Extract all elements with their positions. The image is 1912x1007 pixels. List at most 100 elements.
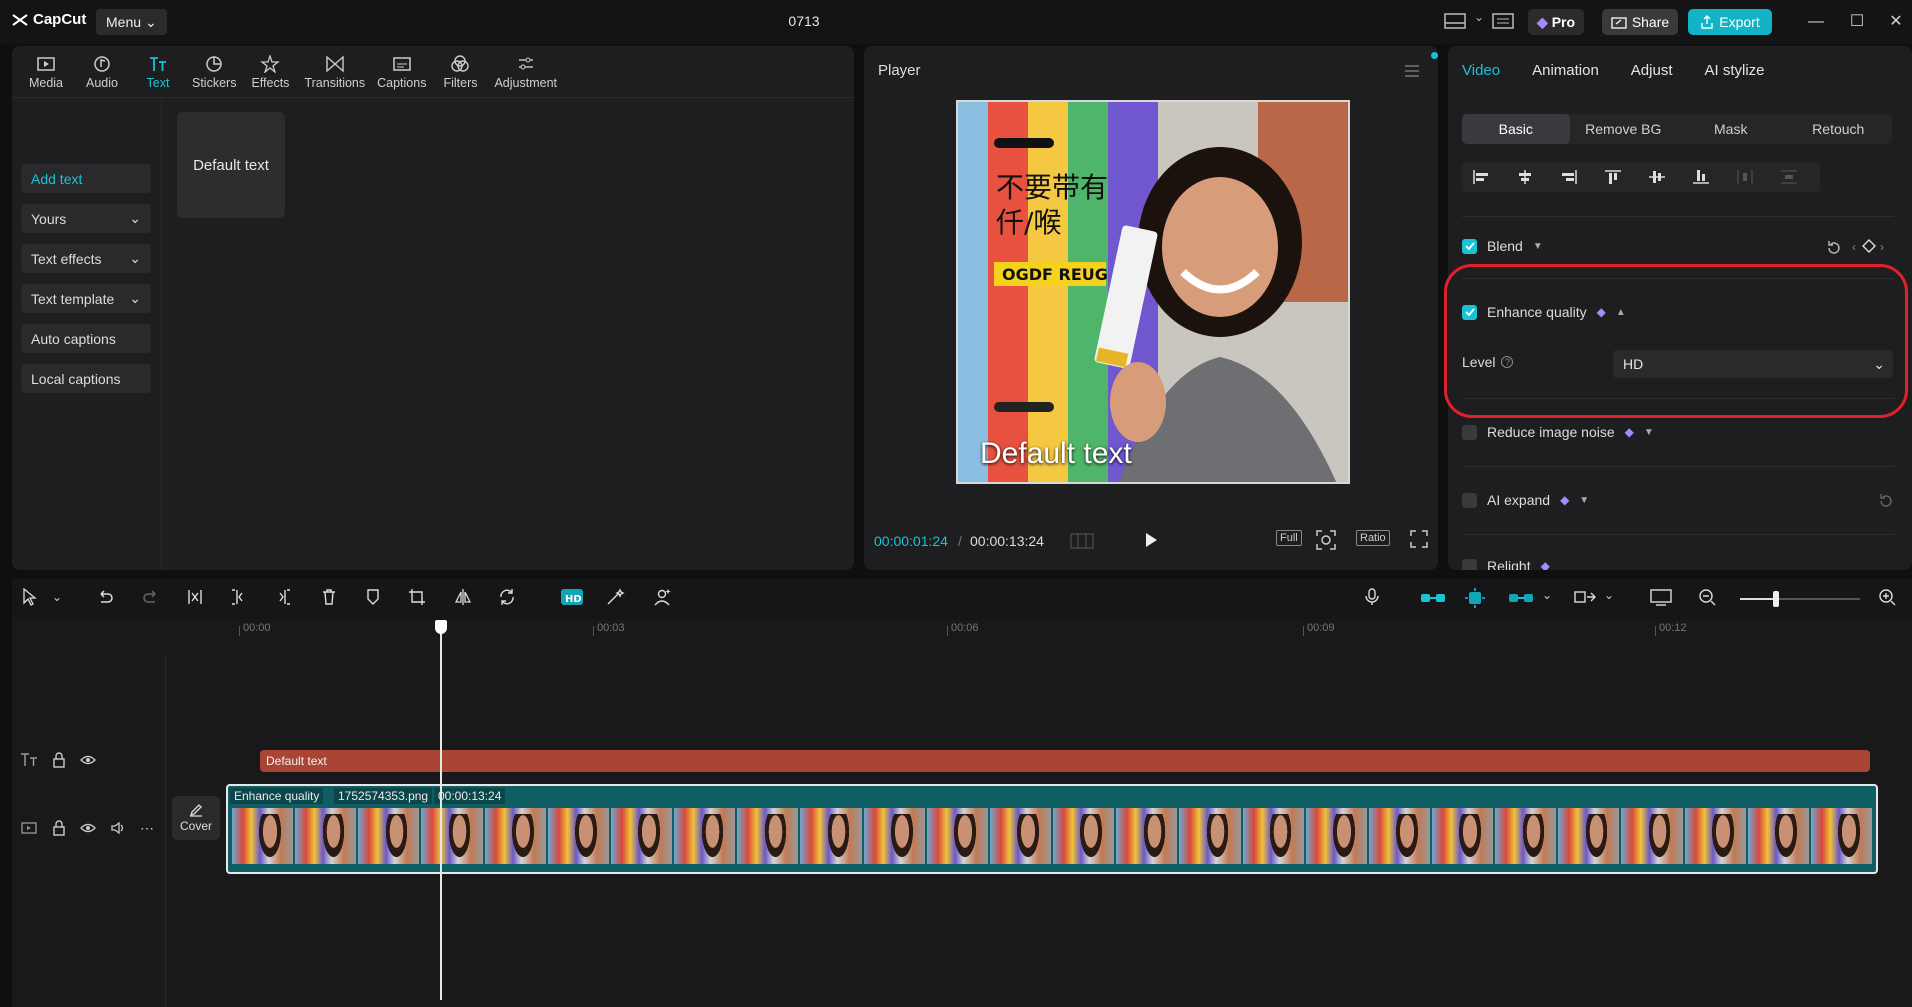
tab-audio[interactable]: Audio — [74, 46, 130, 98]
tab-captions[interactable]: Captions — [371, 46, 432, 98]
subtab-remove-bg[interactable]: Remove BG — [1570, 114, 1678, 144]
caret-down-icon[interactable]: ▼ — [1533, 241, 1543, 252]
relight-checkbox[interactable] — [1462, 558, 1477, 570]
sidebar-item-auto-captions[interactable]: Auto captions — [21, 324, 151, 353]
select-tool-icon[interactable] — [22, 588, 38, 606]
magnet-icon[interactable] — [1464, 587, 1486, 609]
player-menu-icon[interactable] — [1404, 64, 1420, 78]
split-left-icon[interactable] — [230, 588, 248, 606]
ai-person-icon[interactable] — [652, 588, 672, 606]
layout-dropdown-icon[interactable]: ⌄ — [1474, 10, 1484, 24]
align-left-icon[interactable] — [1472, 169, 1490, 185]
layout-icon[interactable] — [1444, 12, 1466, 30]
ratio-button[interactable]: Ratio — [1356, 530, 1390, 546]
maximize-icon[interactable]: ☐ — [1847, 12, 1867, 32]
playhead[interactable] — [440, 620, 442, 1000]
blend-checkbox[interactable] — [1462, 238, 1477, 254]
zoom-slider[interactable] — [1740, 591, 1860, 607]
eye-icon[interactable] — [80, 820, 96, 836]
crop-icon[interactable] — [408, 588, 426, 606]
shortcut-icon[interactable] — [1492, 12, 1514, 30]
tab-stickers[interactable]: Stickers — [186, 46, 242, 98]
lock-icon[interactable] — [52, 820, 66, 836]
align-right-icon[interactable] — [1560, 169, 1578, 185]
rotate-icon[interactable] — [498, 588, 516, 606]
align-center-v-icon[interactable] — [1648, 169, 1666, 185]
reduce-noise-checkbox[interactable] — [1462, 424, 1477, 440]
sidebar-item-add-text[interactable]: Add text — [21, 164, 151, 193]
split-icon[interactable] — [186, 588, 204, 606]
caret-down-icon[interactable]: ▼ — [1644, 427, 1654, 438]
text-clip[interactable]: Default text — [260, 750, 1870, 772]
distribute-h-icon[interactable] — [1736, 169, 1754, 185]
hd-icon[interactable]: HD — [560, 587, 584, 607]
caret-down-icon[interactable]: ▼ — [1579, 495, 1589, 506]
zoom-slider-thumb[interactable] — [1773, 591, 1779, 607]
delete-icon[interactable] — [320, 588, 338, 606]
linkage-icon[interactable] — [1508, 589, 1534, 607]
align-top-icon[interactable] — [1604, 169, 1622, 185]
marker-icon[interactable] — [364, 588, 382, 606]
video-preview[interactable]: 不要带有 仟/喉 OGDF REUG Default text — [956, 100, 1350, 484]
fullscreen-icon[interactable] — [1410, 530, 1428, 548]
select-dropdown-icon[interactable]: ⌄ — [52, 590, 62, 604]
playhead-handle[interactable] — [435, 620, 447, 634]
screenshot-icon[interactable] — [1316, 530, 1336, 550]
volume-icon[interactable] — [110, 820, 126, 836]
tab-ai-stylize[interactable]: AI stylize — [1705, 62, 1765, 79]
keyframe-icon[interactable] — [1862, 239, 1876, 253]
undo-icon[interactable] — [96, 588, 114, 606]
frame-grid-icon[interactable] — [1070, 532, 1094, 550]
zoom-in-icon[interactable] — [1878, 588, 1896, 606]
eye-icon[interactable] — [80, 752, 96, 768]
lock-icon[interactable] — [52, 752, 66, 768]
microphone-icon[interactable] — [1364, 588, 1380, 606]
minimize-icon[interactable]: — — [1806, 12, 1826, 32]
default-text-card[interactable]: Default text — [177, 112, 285, 218]
sidebar-item-text-template[interactable]: Text template ⌄ — [21, 284, 151, 313]
play-button[interactable] — [1142, 530, 1160, 550]
tab-filters[interactable]: Filters — [432, 46, 488, 98]
tab-text[interactable]: Text — [130, 46, 186, 98]
time-ruler[interactable]: 00:00 00:03 00:06 00:09 00:12 — [227, 620, 1912, 646]
align-center-h-icon[interactable] — [1516, 169, 1534, 185]
reset-icon[interactable] — [1878, 493, 1894, 509]
keyframe-prev-icon[interactable]: ‹ — [1852, 240, 1856, 254]
preview-overlay-text[interactable]: Default text — [980, 437, 1132, 471]
tab-effects[interactable]: Effects — [242, 46, 298, 98]
distribute-v-icon[interactable] — [1780, 169, 1798, 185]
sidebar-item-yours[interactable]: Yours ⌄ — [21, 204, 151, 233]
export-button[interactable]: Export — [1688, 9, 1772, 35]
mirror-icon[interactable] — [454, 588, 472, 606]
preview-axis-dropdown-icon[interactable]: ⌄ — [1604, 588, 1614, 602]
timeline-view-icon[interactable] — [1650, 588, 1672, 606]
tab-animation[interactable]: Animation — [1532, 62, 1599, 79]
close-icon[interactable]: ✕ — [1886, 12, 1906, 32]
subtab-mask[interactable]: Mask — [1677, 114, 1785, 144]
more-icon[interactable]: ⋯ — [140, 820, 154, 837]
subtab-basic[interactable]: Basic — [1462, 114, 1570, 144]
redo-icon[interactable] — [142, 588, 160, 606]
sidebar-item-local-captions[interactable]: Local captions — [21, 364, 151, 393]
split-right-icon[interactable] — [274, 588, 292, 606]
tab-video[interactable]: Video — [1462, 62, 1500, 79]
share-button[interactable]: Share — [1602, 9, 1678, 35]
pro-button[interactable]: ◆ Pro — [1528, 9, 1584, 35]
tab-media[interactable]: Media — [18, 46, 74, 98]
link-main-track-icon[interactable] — [1420, 589, 1446, 607]
tab-transitions[interactable]: Transitions — [298, 46, 371, 98]
full-button[interactable]: Full — [1276, 530, 1302, 546]
linkage-dropdown-icon[interactable]: ⌄ — [1542, 588, 1552, 602]
subtab-retouch[interactable]: Retouch — [1785, 114, 1893, 144]
magic-wand-icon[interactable] — [606, 588, 626, 606]
align-bottom-icon[interactable] — [1692, 169, 1710, 185]
preview-axis-icon[interactable] — [1574, 588, 1596, 606]
zoom-out-icon[interactable] — [1698, 588, 1716, 606]
keyframe-next-icon[interactable]: › — [1880, 240, 1884, 254]
ai-expand-checkbox[interactable] — [1462, 492, 1477, 508]
video-clip[interactable]: Enhance quality 1752574353.png 00:00:13:… — [226, 784, 1878, 874]
tab-adjustment[interactable]: Adjustment — [488, 46, 563, 98]
tab-adjust[interactable]: Adjust — [1631, 62, 1673, 79]
sidebar-item-text-effects[interactable]: Text effects ⌄ — [21, 244, 151, 273]
cover-button[interactable]: Cover — [172, 796, 220, 840]
